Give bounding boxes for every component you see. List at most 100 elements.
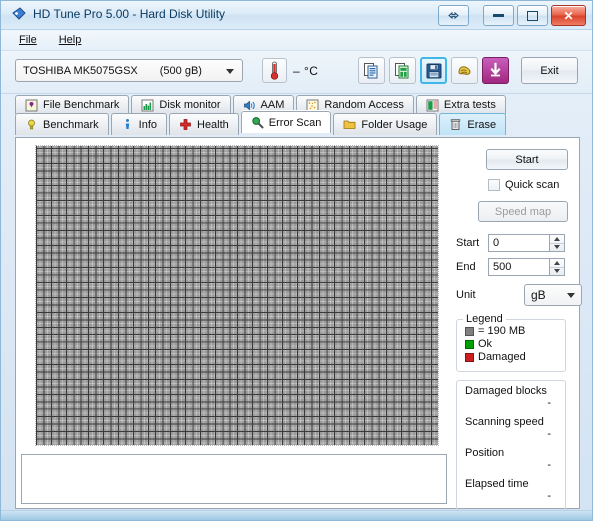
tab-label: Extra tests <box>443 99 496 111</box>
legend-block-size-label: = 190 MB <box>478 325 526 337</box>
tab-label: Random Access <box>324 99 404 111</box>
tab-benchmark[interactable]: Benchmark <box>15 113 109 135</box>
menu-item-file[interactable]: File <box>9 32 47 48</box>
log-textarea[interactable] <box>21 454 447 504</box>
window-title: HD Tune Pro 5.00 - Hard Disk Utility <box>33 7 226 21</box>
speed-map-label: Speed map <box>494 205 552 218</box>
start-input[interactable]: 0 <box>488 234 550 252</box>
menu-bar: File Help <box>1 30 592 51</box>
menu-file-label: File <box>19 34 37 46</box>
window-controls: ✕ <box>438 5 586 26</box>
thermometer-icon[interactable] <box>262 58 287 83</box>
quick-scan-label: Quick scan <box>505 179 560 191</box>
checkbox-box <box>488 179 500 191</box>
tab-health[interactable]: Health <box>169 113 239 135</box>
settings-icon[interactable] <box>451 57 478 84</box>
tab-row-secondary: Benchmark Info Health Error Scan Folder … <box>15 111 508 135</box>
random-access-icon <box>306 99 319 112</box>
file-benchmark-icon <box>25 99 38 112</box>
folder-icon <box>343 118 356 131</box>
error-scan-block-map[interactable] <box>35 145 439 446</box>
tab-erase[interactable]: Erase <box>439 113 507 135</box>
tab-label: Folder Usage <box>361 118 428 131</box>
speaker-icon <box>243 99 256 112</box>
status-bar <box>1 510 592 520</box>
health-cross-icon <box>179 118 192 131</box>
tab-disk-monitor[interactable]: Disk monitor <box>131 95 231 114</box>
minimize-icon[interactable] <box>483 5 514 26</box>
stepper-down-icon[interactable] <box>550 268 564 276</box>
tab-extra-tests[interactable]: Extra tests <box>415 95 506 114</box>
stat-label: Damaged blocks <box>465 385 547 397</box>
chevron-down-icon <box>226 69 234 74</box>
temperature-value: – °C <box>293 64 319 78</box>
damaged-swatch <box>465 353 474 362</box>
stat-value: - <box>547 459 551 471</box>
lightbulb-icon <box>25 118 38 131</box>
trash-icon <box>449 118 462 131</box>
tab-label: Error Scan <box>268 116 322 129</box>
start-stepper[interactable] <box>550 234 565 252</box>
stepper-down-icon[interactable] <box>550 244 564 252</box>
extra-tests-icon <box>426 99 439 112</box>
copy-to-excel-icon[interactable] <box>389 57 416 84</box>
exit-button[interactable]: Exit <box>521 57 578 84</box>
stat-label: Scanning speed <box>465 416 544 428</box>
stat-value: - <box>547 490 551 502</box>
tab-folder-usage[interactable]: Folder Usage <box>333 113 438 135</box>
stepper-up-icon[interactable] <box>550 235 564 244</box>
tab-label: AAM <box>260 99 285 111</box>
app-window: HD Tune Pro 5.00 - Hard Disk Utility ✕ F… <box>0 0 593 521</box>
drive-name-label: TOSHIBA MK5075GSX <box>23 64 138 77</box>
end-field-label: End <box>456 261 476 273</box>
legend-group: Legend = 190 MB Ok Damaged <box>456 313 566 372</box>
download-icon[interactable] <box>482 57 509 84</box>
stat-value: - <box>547 428 551 440</box>
stat-label: Position <box>465 447 505 459</box>
start-field-row: Start 0 <box>456 234 565 252</box>
stepper-up-icon[interactable] <box>550 259 564 268</box>
menu-help-label: Help <box>58 34 82 46</box>
end-input[interactable]: 500 <box>488 258 550 276</box>
tab-error-scan[interactable]: Error Scan <box>240 111 332 133</box>
menu-item-help[interactable]: Help <box>49 32 92 48</box>
tab-bar: File Benchmark Disk monitor AAM Random A… <box>1 94 592 137</box>
start-field-label: Start <box>456 237 480 249</box>
speed-map-button[interactable]: Speed map <box>478 201 568 222</box>
close-icon[interactable]: ✕ <box>551 5 586 26</box>
tab-info[interactable]: Info <box>110 113 167 135</box>
block-swatch <box>465 327 474 336</box>
title-bar: HD Tune Pro 5.00 - Hard Disk Utility ✕ <box>1 1 592 30</box>
maximize-icon[interactable] <box>517 5 548 26</box>
magnifier-icon <box>251 116 264 129</box>
legend-block-size: = 190 MB <box>457 325 565 338</box>
save-icon[interactable] <box>420 57 447 84</box>
tab-file-benchmark[interactable]: File Benchmark <box>15 95 130 114</box>
tab-label: File Benchmark <box>43 99 120 111</box>
end-field-row: End 500 <box>456 258 565 276</box>
exit-label: Exit <box>540 64 559 77</box>
tab-label: Health <box>197 118 229 131</box>
end-stepper[interactable] <box>550 258 565 276</box>
resize-arrows-icon[interactable] <box>438 5 469 26</box>
chevron-down-icon <box>567 292 575 298</box>
legend-ok: Ok <box>457 338 565 351</box>
drive-select-dropdown[interactable]: TOSHIBA MK5075GSX (500 gB) <box>15 59 243 82</box>
legend-title: Legend <box>466 313 503 325</box>
info-icon <box>121 118 134 131</box>
tab-label: Info <box>138 118 157 131</box>
stats-group: Damaged blocks - Scanning speed - Positi… <box>456 380 566 518</box>
unit-select[interactable]: gB <box>524 284 582 306</box>
stat-value: - <box>547 397 551 409</box>
unit-value: gB <box>531 288 546 302</box>
start-button[interactable]: Start <box>486 149 568 170</box>
quick-scan-checkbox[interactable]: Quick scan <box>488 179 559 191</box>
drive-capacity-label: (500 gB) <box>159 64 202 77</box>
legend-ok-label: Ok <box>478 338 493 350</box>
copy-icon[interactable] <box>358 57 385 84</box>
start-label: Start <box>515 153 539 166</box>
toolbar: TOSHIBA MK5075GSX (500 gB) – °C Exit <box>1 51 592 94</box>
block-grid <box>36 146 438 445</box>
legend-damaged-label: Damaged <box>478 351 526 363</box>
stat-label: Elapsed time <box>465 478 529 490</box>
